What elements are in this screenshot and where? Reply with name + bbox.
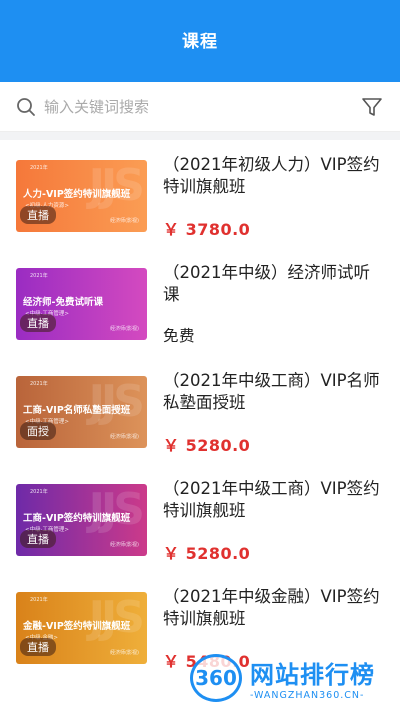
watermark: 360 网站排行榜 -WANGZHAN360.CN-	[190, 654, 375, 702]
course-title[interactable]: （2021年初级人力）VIP签约特训旗舰班	[163, 154, 384, 198]
search-icon[interactable]	[16, 97, 36, 117]
thumb-year: 2021年	[30, 597, 48, 603]
course-thumbnail[interactable]: JJS 2021年 金融-VIP签约特训旗舰班 <中级·金融> 直播 经济师(影…	[16, 592, 147, 664]
section-divider	[0, 132, 400, 140]
course-thumbnail[interactable]: JJS 2021年 人力-VIP签约特训旗舰班 <初级·人力资源> 直播 经济师…	[16, 160, 147, 232]
course-price: 免费	[163, 327, 196, 345]
thumb-brand: 经济师(影视)	[110, 542, 139, 548]
course-price: ￥ 3780.0	[163, 220, 251, 239]
thumb-course-name: 工商-VIP名师私塾面授班	[23, 405, 131, 416]
watermark-title: 网站排行榜	[250, 661, 375, 689]
live-badge: 直播	[20, 206, 56, 224]
thumb-brand: 经济师(影视)	[110, 326, 139, 332]
course-price: ￥ 5280.0	[163, 544, 251, 563]
thumb-brand: 经济师(影视)	[110, 218, 139, 224]
thumb-year: 2021年	[30, 489, 48, 495]
filter-icon[interactable]	[360, 95, 384, 119]
course-thumbnail[interactable]: 2021年 经济师-免费试听课 <中级·工商管理> 直播 经济师(影视)	[16, 268, 147, 340]
thumb-brand: 经济师(影视)	[110, 434, 139, 440]
course-title[interactable]: （2021年中级）经济师试听课	[163, 262, 384, 306]
course-title[interactable]: （2021年中级工商）VIP签约特训旗舰班	[163, 478, 384, 522]
watermark-logo: 360	[190, 654, 242, 702]
course-info: （2021年中级）经济师试听课 免费	[147, 262, 384, 356]
course-item[interactable]: JJS 2021年 工商-VIP签约特训旗舰班 <中级·工商管理> 直播 经济师…	[0, 464, 400, 572]
course-item[interactable]: 2021年 经济师-免费试听课 <中级·工商管理> 直播 经济师(影视) （20…	[0, 248, 400, 356]
in-person-badge: 面授	[20, 422, 56, 440]
course-info: （2021年中级工商）VIP名师私塾面授班 ￥ 5280.0	[147, 370, 384, 464]
thumb-course-name: 人力-VIP签约特训旗舰班	[23, 189, 131, 200]
live-badge: 直播	[20, 638, 56, 656]
page-title: 课程	[182, 32, 218, 52]
thumb-course-name: 工商-VIP签约特训旗舰班	[23, 513, 131, 524]
course-item[interactable]: JJS 2021年 工商-VIP名师私塾面授班 <中级·工商管理> 面授 经济师…	[0, 356, 400, 464]
search-input[interactable]	[44, 97, 352, 116]
course-info: （2021年中级工商）VIP签约特训旗舰班 ￥ 5280.0	[147, 478, 384, 572]
course-item[interactable]: JJS 2021年 人力-VIP签约特训旗舰班 <初级·人力资源> 直播 经济师…	[0, 140, 400, 248]
thumb-year: 2021年	[30, 381, 48, 387]
thumb-year: 2021年	[30, 273, 48, 279]
thumb-course-name: 经济师-免费试听课	[23, 297, 103, 308]
watermark-url: -WANGZHAN360.CN-	[250, 690, 365, 701]
course-list: JJS 2021年 人力-VIP签约特训旗舰班 <初级·人力资源> 直播 经济师…	[0, 140, 400, 680]
course-title[interactable]: （2021年中级金融）VIP签约特训旗舰班	[163, 586, 384, 630]
course-thumbnail[interactable]: JJS 2021年 工商-VIP签约特训旗舰班 <中级·工商管理> 直播 经济师…	[16, 484, 147, 556]
thumb-course-name: 金融-VIP签约特训旗舰班	[23, 621, 131, 632]
watermark-text: 网站排行榜 -WANGZHAN360.CN-	[250, 655, 375, 701]
thumb-year: 2021年	[30, 165, 48, 171]
course-info: （2021年初级人力）VIP签约特训旗舰班 ￥ 3780.0	[147, 154, 384, 248]
header-bar: 课程	[0, 0, 400, 82]
course-title[interactable]: （2021年中级工商）VIP名师私塾面授班	[163, 370, 384, 414]
course-thumbnail[interactable]: JJS 2021年 工商-VIP名师私塾面授班 <中级·工商管理> 面授 经济师…	[16, 376, 147, 448]
course-price: ￥ 5280.0	[163, 436, 251, 455]
live-badge: 直播	[20, 314, 56, 332]
search-bar	[0, 82, 400, 132]
live-badge: 直播	[20, 530, 56, 548]
thumb-brand: 经济师(影视)	[110, 650, 139, 656]
